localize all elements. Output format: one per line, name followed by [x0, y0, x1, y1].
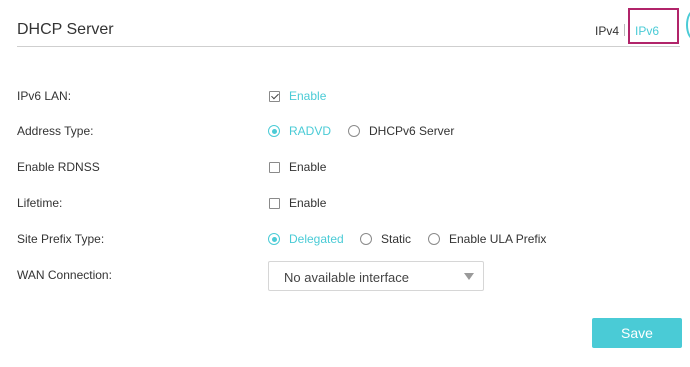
checkbox-checked-icon[interactable]: [269, 90, 280, 102]
lifetime-enable-option[interactable]: Enable: [269, 193, 326, 213]
radio-unselected-icon[interactable]: [428, 233, 440, 245]
enable-rdnss-label: Enable RDNSS: [17, 160, 100, 174]
enable-rdnss-option[interactable]: Enable: [269, 157, 326, 177]
ipv6-lan-row: IPv6 LAN: Enable: [0, 86, 690, 106]
radio-unselected-icon[interactable]: [360, 233, 372, 245]
radio-selected-icon[interactable]: [268, 233, 280, 245]
delegated-label: Delegated: [289, 232, 344, 246]
site-prefix-ula-option[interactable]: Enable ULA Prefix: [428, 229, 546, 249]
page-header: DHCP Server IPv4 IPv6: [17, 0, 680, 47]
dhcpv6-server-label: DHCPv6 Server: [369, 124, 455, 138]
lifetime-enable-label: Enable: [289, 196, 327, 210]
site-prefix-delegated-option[interactable]: Delegated: [268, 229, 344, 249]
ipv6-lan-label: IPv6 LAN:: [17, 89, 72, 103]
wan-connection-label: WAN Connection:: [17, 268, 112, 282]
help-icon[interactable]: [686, 10, 690, 40]
checkbox-unchecked-icon[interactable]: [269, 161, 280, 173]
radio-selected-icon[interactable]: [268, 125, 280, 137]
radvd-label: RADVD: [289, 124, 332, 138]
site-prefix-type-label: Site Prefix Type:: [17, 232, 105, 246]
save-button[interactable]: Save: [592, 318, 682, 348]
ipv6-lan-enable-option[interactable]: Enable: [269, 86, 326, 106]
enable-ula-prefix-label: Enable ULA Prefix: [449, 232, 547, 246]
site-prefix-static-option[interactable]: Static: [360, 229, 411, 249]
address-type-dhcpv6-option[interactable]: DHCPv6 Server: [348, 121, 454, 141]
wan-connection-value: No available interface: [284, 270, 410, 285]
lifetime-label: Lifetime:: [17, 196, 63, 210]
address-type-row: Address Type: RADVD DHCPv6 Server: [0, 121, 690, 141]
wan-connection-select[interactable]: No available interface: [268, 261, 484, 291]
ipv6-lan-enable-label: Enable: [289, 89, 327, 103]
page-title: DHCP Server: [17, 21, 114, 38]
chevron-down-icon[interactable]: [464, 273, 474, 280]
radio-unselected-icon[interactable]: [348, 125, 360, 137]
checkbox-unchecked-icon[interactable]: [269, 197, 280, 209]
enable-rdnss-row: Enable RDNSS Enable: [0, 157, 690, 177]
tab-divider: [624, 24, 625, 36]
static-label: Static: [381, 232, 412, 246]
lifetime-row: Lifetime: Enable: [0, 193, 690, 213]
address-type-radvd-option[interactable]: RADVD: [268, 121, 331, 141]
site-prefix-type-row: Site Prefix Type: Delegated Static Enabl…: [0, 229, 690, 249]
tab-ipv4[interactable]: IPv4: [595, 24, 619, 38]
enable-rdnss-enable-label: Enable: [289, 160, 327, 174]
tab-highlight-box: [628, 8, 679, 44]
address-type-label: Address Type:: [17, 124, 94, 138]
